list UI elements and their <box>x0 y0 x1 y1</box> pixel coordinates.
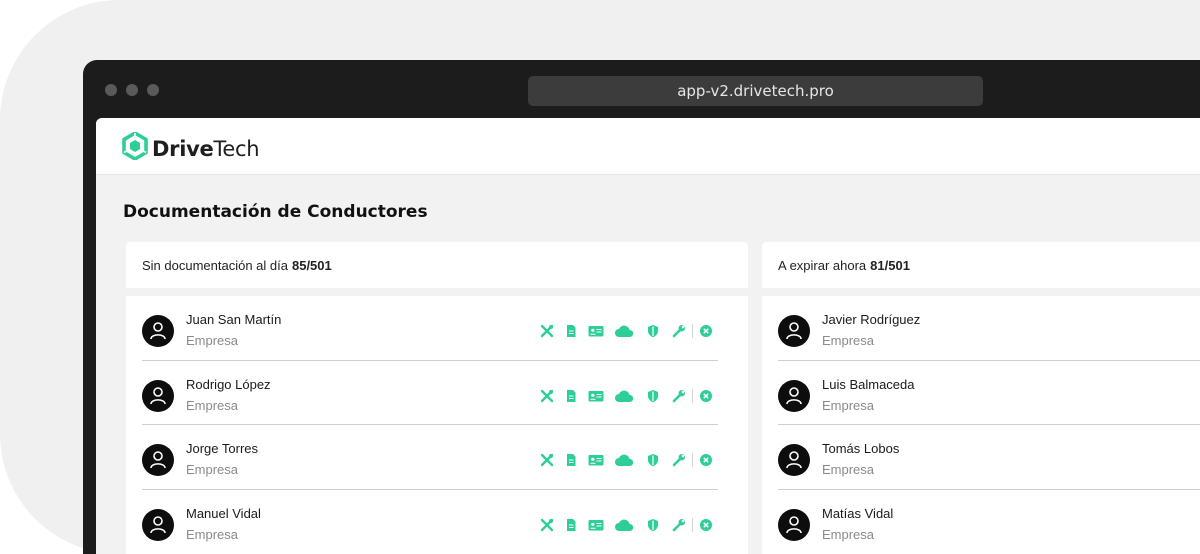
driver-list: Juan San Martín Empresa Rodrigo López Em… <box>126 296 748 554</box>
window-dot[interactable] <box>105 84 117 96</box>
driver-name: Manuel Vidal <box>186 505 261 521</box>
driver-name: Rodrigo López <box>186 376 271 392</box>
driver-name: Jorge Torres <box>186 441 259 456</box>
document-icon[interactable] <box>564 518 578 532</box>
driver-row[interactable]: Juan San Martín Empresa <box>126 296 748 361</box>
close-circle-icon[interactable] <box>699 453 713 467</box>
avatar <box>778 508 810 541</box>
panel-label: A expirar ahora <box>778 257 867 273</box>
driver-company: Empresa <box>822 333 875 348</box>
avatar <box>778 444 810 476</box>
driver-name: Juan San Martín <box>186 312 282 327</box>
id-card-icon[interactable] <box>588 453 604 467</box>
driver-row[interactable]: Jorge Torres Empresa <box>126 425 748 490</box>
window-dot[interactable] <box>126 84 138 96</box>
wrench-icon[interactable] <box>672 324 686 338</box>
driver-row[interactable]: Manuel Vidal Empresa <box>126 490 748 554</box>
icon-divider <box>692 453 693 467</box>
driver-company: Empresa <box>186 333 239 348</box>
tools-icon[interactable] <box>540 324 554 338</box>
id-card-icon[interactable] <box>588 518 604 532</box>
panel-count: 85/501 <box>291 257 332 273</box>
driver-name: Tomás Lobos <box>822 441 900 456</box>
panel-missing-docs: Sin documentación al día 85/501 Juan San… <box>126 242 748 554</box>
panel-header: A expirar ahora 81/501 <box>762 242 1200 288</box>
driver-row[interactable]: Javier Rodríguez Empresa <box>762 296 1200 361</box>
shield-icon[interactable] <box>646 518 660 532</box>
app-screen: DriveTech Documentación de Conductores S… <box>96 118 1200 554</box>
address-bar[interactable]: app-v2.drivetech.pro <box>528 76 983 106</box>
avatar <box>778 315 810 347</box>
panel-header: Sin documentación al día 85/501 <box>126 242 748 288</box>
close-circle-icon[interactable] <box>699 324 713 338</box>
doc-status-icons <box>540 324 713 338</box>
page-title: Documentación de Conductores <box>123 202 428 222</box>
cloud-icon[interactable] <box>614 324 634 338</box>
icon-divider <box>692 324 693 338</box>
window-controls <box>105 84 159 96</box>
panel-expiring: A expirar ahora 81/501 Javier Rodríguez … <box>762 242 1200 554</box>
driver-row[interactable]: Matías Vidal Empresa <box>762 490 1200 554</box>
driver-name: Luis Balmaceda <box>822 376 915 392</box>
driver-company: Empresa <box>822 462 875 477</box>
wrench-icon[interactable] <box>672 453 686 467</box>
cloud-icon[interactable] <box>614 453 634 467</box>
shield-icon[interactable] <box>646 324 660 338</box>
brand-name: DriveTech <box>152 136 260 161</box>
panel-label: Sin documentación al día <box>142 257 288 273</box>
window-dot[interactable] <box>147 84 159 96</box>
wrench-icon[interactable] <box>672 389 686 403</box>
top-bar: DriveTech <box>96 118 1200 175</box>
avatar <box>142 444 174 476</box>
driver-name: Matías Vidal <box>822 505 894 521</box>
driver-company: Empresa <box>186 397 239 413</box>
doc-status-icons <box>540 517 713 532</box>
driver-company: Empresa <box>186 526 239 542</box>
icon-divider <box>692 388 693 403</box>
driver-company: Empresa <box>822 526 875 542</box>
tools-icon[interactable] <box>540 389 554 403</box>
doc-status-icons <box>540 388 713 403</box>
shield-icon[interactable] <box>646 389 660 403</box>
cloud-icon[interactable] <box>614 389 634 403</box>
cloud-icon[interactable] <box>614 518 634 532</box>
driver-name: Javier Rodríguez <box>822 312 921 327</box>
shield-icon[interactable] <box>646 453 660 467</box>
driver-row[interactable]: Tomás Lobos Empresa <box>762 425 1200 490</box>
panel-count: 81/501 <box>870 257 910 273</box>
driver-list: Javier Rodríguez Empresa Luis Balmaceda … <box>762 296 1200 554</box>
tools-icon[interactable] <box>540 518 554 532</box>
avatar <box>778 379 810 412</box>
driver-row[interactable]: Rodrigo López Empresa <box>126 361 748 425</box>
drivetech-logo[interactable]: DriveTech <box>122 130 260 165</box>
logo-mark-icon <box>122 130 148 165</box>
wrench-icon[interactable] <box>672 518 686 532</box>
icon-divider <box>692 517 693 532</box>
driver-company: Empresa <box>186 462 239 477</box>
avatar <box>142 315 174 347</box>
document-icon[interactable] <box>564 453 578 467</box>
id-card-icon[interactable] <box>588 389 604 403</box>
id-card-icon[interactable] <box>588 324 604 338</box>
close-circle-icon[interactable] <box>699 389 713 403</box>
avatar <box>142 379 174 412</box>
driver-company: Empresa <box>822 397 875 413</box>
close-circle-icon[interactable] <box>699 518 713 532</box>
avatar <box>142 508 174 541</box>
driver-row[interactable]: Luis Balmaceda Empresa <box>762 361 1200 425</box>
tools-icon[interactable] <box>540 453 554 467</box>
doc-status-icons <box>540 453 713 467</box>
document-icon[interactable] <box>564 389 578 403</box>
document-icon[interactable] <box>564 324 578 338</box>
